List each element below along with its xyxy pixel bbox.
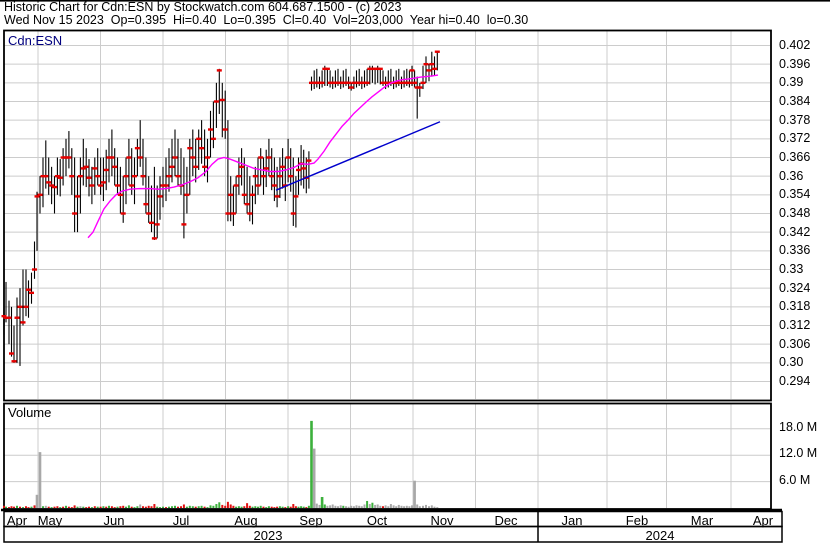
month-label-jan: Jan	[561, 512, 583, 528]
price-axis-label: 0.402	[779, 38, 811, 52]
month-label-nov: Nov	[430, 512, 454, 528]
price-axis-label: 0.396	[779, 56, 811, 71]
price-axis-label: 0.336	[779, 243, 811, 258]
volume-axis-label: 12.0 M	[779, 446, 818, 461]
price-panel-symbol-label: Cdn:ESN	[8, 33, 63, 48]
price-axis-label: 0.342	[779, 224, 811, 239]
month-label-dec: Dec	[494, 512, 518, 528]
price-axis-label: 0.378	[779, 112, 811, 127]
price-axis-label: 0.366	[779, 150, 811, 164]
month-label-may: May	[37, 512, 63, 528]
month-label-aug: Aug	[234, 512, 258, 528]
price-axis-label: 0.324	[779, 280, 811, 295]
price-axis-label: 0.318	[779, 299, 811, 314]
price-axis-label: 0.36	[779, 168, 804, 183]
month-label-sep: Sep	[299, 512, 323, 528]
month-label-feb: Feb	[625, 512, 649, 528]
price-axis-label: 0.372	[779, 131, 811, 146]
price-axis-label: 0.384	[779, 94, 811, 108]
price-axis-label: 0.312	[779, 318, 811, 332]
volume-axis-label: 6.0 M	[779, 472, 811, 487]
price-axis-label: 0.354	[779, 187, 811, 202]
price-axis-label: 0.294	[779, 374, 811, 388]
stock-chart-window: { "header": { "line1": "Historic Chart f…	[0, 0, 830, 543]
price-axis-label: 0.306	[779, 336, 811, 351]
volume-axis-label: 18.0 M	[779, 419, 818, 434]
month-label-jul: Jul	[172, 512, 190, 528]
price-axis-label: 0.348	[779, 206, 811, 220]
month-label-apr: Apr	[752, 512, 774, 528]
chart-canvas	[0, 0, 830, 543]
month-label-jun: Jun	[103, 512, 125, 528]
price-axis-label: 0.30	[779, 355, 804, 370]
year-label-2023: 2023	[253, 527, 283, 543]
month-label-apr: Apr	[6, 512, 28, 528]
price-axis-label: 0.33	[779, 262, 804, 276]
price-axis-label: 0.39	[779, 75, 804, 90]
volume-panel-label: Volume	[8, 405, 52, 420]
year-label-2024: 2024	[645, 527, 675, 543]
month-label-mar: Mar	[690, 512, 714, 528]
month-label-oct: Oct	[366, 512, 388, 528]
